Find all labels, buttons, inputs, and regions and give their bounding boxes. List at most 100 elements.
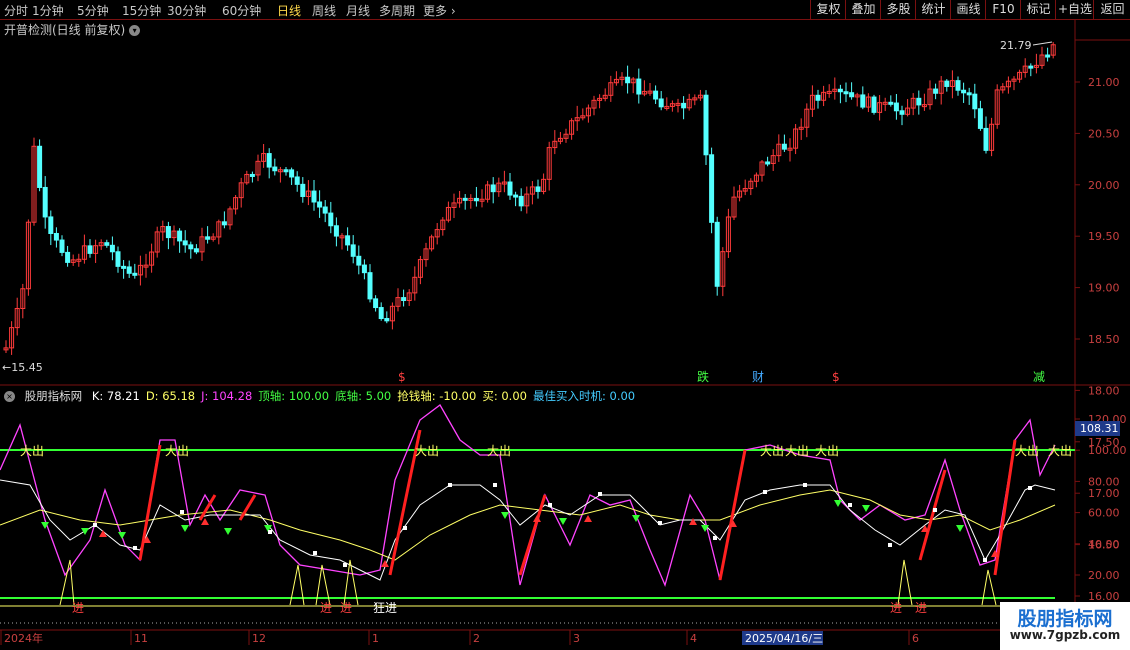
k-marker <box>268 530 272 534</box>
buy-arrow-icon <box>584 515 592 522</box>
k-marker <box>180 510 184 514</box>
candle-body <box>193 248 199 253</box>
date-label: 12 <box>252 632 266 645</box>
sell-arrow-icon <box>956 525 964 532</box>
ind-axis-label: 20.00 <box>1088 569 1120 582</box>
candle-body <box>983 127 989 151</box>
k-marker <box>713 536 717 540</box>
k-marker <box>598 492 602 496</box>
sell-arrow-icon <box>862 505 870 512</box>
candle-body <box>378 307 384 320</box>
candle-body <box>955 80 961 91</box>
chart-canvas[interactable]: 21.0020.5020.0019.5019.0018.5018.0017.50… <box>0 0 1130 650</box>
sell-arrow-icon <box>501 512 509 519</box>
signal-label-4: 大出 <box>760 444 784 458</box>
k-marker <box>848 503 852 507</box>
k-marker <box>313 551 317 555</box>
candle-body <box>283 169 289 173</box>
k-marker <box>403 526 407 530</box>
watermark: 股朋指标网 www.7gpzb.com <box>1000 602 1130 650</box>
candle-body <box>401 297 407 302</box>
candle-body <box>709 154 715 223</box>
indicator-close-icon[interactable]: × <box>4 391 15 402</box>
j-strong-segment <box>993 439 1017 576</box>
candle-body <box>513 194 519 198</box>
candle-body <box>311 190 317 203</box>
entry-label-4: 进 <box>890 601 902 615</box>
buy-arrow-icon <box>689 518 697 525</box>
indicator-name[interactable]: 股朋指标网 <box>25 389 83 403</box>
candle-body <box>977 108 983 129</box>
j-line <box>0 404 1056 587</box>
candle-body <box>87 245 93 254</box>
candle-body <box>916 97 922 106</box>
ind-axis-label: 100.00 <box>1088 444 1127 457</box>
candle-body <box>837 88 843 93</box>
date-label: 2 <box>473 632 480 645</box>
candle-body <box>165 226 171 239</box>
candle-body <box>473 197 479 202</box>
dropdown-icon[interactable]: ▾ <box>129 25 141 36</box>
signal-label-1: 大出 <box>165 444 189 458</box>
k-marker <box>933 508 937 512</box>
k-marker <box>343 563 347 567</box>
candle-body <box>507 181 513 196</box>
k-marker <box>763 490 767 494</box>
candle-body <box>625 76 631 84</box>
candle-body <box>300 183 306 197</box>
candle-body <box>115 251 121 267</box>
date-label: 4 <box>690 632 697 645</box>
candle-body <box>333 225 339 237</box>
j-strong-segment <box>518 494 547 576</box>
watermark-url: www.7gpzb.com <box>1009 628 1121 642</box>
ind-value-1: D: 65.18 <box>145 389 196 403</box>
ind-axis-label: 40.00 <box>1088 538 1120 551</box>
candle-body <box>205 236 211 240</box>
candle-body <box>972 93 978 110</box>
candle-body <box>871 96 877 113</box>
ind-axis-label: 60.00 <box>1088 507 1120 520</box>
candle-body <box>888 101 894 105</box>
k-marker <box>448 483 452 487</box>
signal-label-7: 大出 <box>1015 444 1039 458</box>
candle-body <box>356 255 362 266</box>
candle-body <box>182 240 188 246</box>
candle-body <box>1045 54 1051 58</box>
candle-body <box>221 221 227 226</box>
candle-body <box>966 92 972 96</box>
candlestick-series: 21.79 ←15.45 $ 跌 财 $ 减 <box>2 39 1056 384</box>
candle-body <box>345 235 351 246</box>
sell-arrow-icon <box>81 528 89 535</box>
candle-body <box>266 153 272 168</box>
sell-arrow-icon <box>224 528 232 535</box>
price-label: 18.50 <box>1088 333 1120 346</box>
candle-body <box>350 244 356 257</box>
candle-body <box>59 239 65 253</box>
candle-body <box>322 206 328 214</box>
k-marker <box>93 523 97 527</box>
candle-body <box>384 318 390 322</box>
candle-body <box>289 169 295 178</box>
candle-body <box>815 94 821 101</box>
candle-body <box>65 251 71 263</box>
candle-body <box>843 91 849 95</box>
current-value: 108.31 <box>1080 422 1119 435</box>
buy-spike <box>981 569 997 606</box>
j-strong-segment <box>718 449 747 581</box>
candle-body <box>893 102 899 112</box>
candle-body <box>132 272 138 276</box>
price-label: 19.00 <box>1088 282 1120 295</box>
price-label: 20.50 <box>1088 127 1120 140</box>
candle-body <box>462 197 468 201</box>
k-marker <box>888 543 892 547</box>
k-marker <box>983 558 987 562</box>
price-label: 20.00 <box>1088 179 1120 192</box>
entry-label-1: 进 <box>320 601 332 615</box>
candle-body <box>53 232 59 241</box>
event-marker-4: 减 <box>1033 370 1045 384</box>
date-label: 3 <box>573 632 580 645</box>
ind-value-2: J: 104.28 <box>201 389 253 403</box>
candle-body <box>681 102 687 109</box>
candle-body <box>703 94 709 156</box>
low-price-label: ←15.45 <box>2 361 43 374</box>
